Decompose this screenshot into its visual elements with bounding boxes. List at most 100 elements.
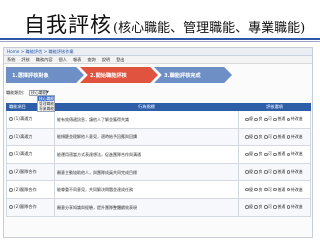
rating-radio[interactable] xyxy=(254,117,259,122)
rating-option[interactable]: 優 xyxy=(244,151,253,157)
rating-cell: 優良可普通 待改進 xyxy=(238,197,311,217)
behavior-indicator: 願意主動協助他人，與團隊成員共同完成目標 xyxy=(57,169,137,175)
app-menubar: 系統 評核 職務內容 個人 報表 查詢 說明 登出 xyxy=(4,56,312,64)
row-select-radio[interactable] xyxy=(9,134,13,139)
behavior-cell: 能有效傳遞訊息，讓他人了解並獲得共識 xyxy=(54,110,239,129)
rating-radio[interactable] xyxy=(273,205,277,210)
rating-option-label: 普通 xyxy=(277,133,286,139)
rating-option[interactable]: 普通 xyxy=(273,116,285,122)
menu-item-job[interactable]: 職務內容 xyxy=(36,57,53,63)
rating-radio[interactable] xyxy=(254,187,259,192)
rating-radio[interactable] xyxy=(244,117,249,122)
step-evaluation-complete[interactable]: 3.職能評核完成 xyxy=(154,67,232,83)
rating-radio[interactable] xyxy=(244,170,249,174)
rating-option[interactable]: 普通 xyxy=(273,187,285,193)
rating-radio[interactable] xyxy=(254,152,259,157)
rating-option[interactable]: 可 xyxy=(263,116,272,122)
rating-option-label: 可 xyxy=(268,169,272,175)
rating-option[interactable]: 可 xyxy=(263,169,272,175)
rating-radio[interactable] xyxy=(286,135,291,139)
rating-option[interactable]: 優 xyxy=(244,116,253,122)
rating-radio[interactable] xyxy=(254,135,259,139)
rating-option[interactable]: 可 xyxy=(263,187,272,193)
menu-item-personal[interactable]: 個人 xyxy=(59,57,67,63)
step-start-evaluation[interactable]: 2.開始職能評核 xyxy=(80,67,158,83)
menu-item-evaluation[interactable]: 評核 xyxy=(21,57,29,63)
ability-item[interactable]: (2)團隊合作 xyxy=(7,187,54,193)
rating-radio[interactable] xyxy=(273,170,277,174)
rating-option[interactable]: 良 xyxy=(254,116,262,122)
menu-item-logout[interactable]: 登出 xyxy=(116,57,124,63)
category-option-professional[interactable]: 專業職能 xyxy=(38,106,54,111)
row-select-radio[interactable] xyxy=(9,170,13,175)
ability-item[interactable]: (1)溝通力 xyxy=(7,151,54,157)
rating-radio[interactable] xyxy=(286,187,291,192)
rating-option[interactable]: 優 xyxy=(244,187,253,193)
rating-radio[interactable] xyxy=(273,152,277,157)
menu-item-report[interactable]: 報表 xyxy=(73,57,81,63)
rating-radio[interactable] xyxy=(244,187,249,192)
row-select-radio[interactable] xyxy=(9,205,13,210)
row-select-radio[interactable] xyxy=(9,117,13,122)
category-dropdown-list: 核心職能 管理職能 專業職能 xyxy=(37,95,55,112)
rating-radio[interactable] xyxy=(263,117,268,122)
rating-option[interactable]: 良 xyxy=(254,187,262,193)
rating-option[interactable]: 可 xyxy=(263,151,272,157)
rating-radio[interactable] xyxy=(254,170,259,174)
rating-option-label: 良 xyxy=(258,133,263,139)
rating-option[interactable]: 普通 xyxy=(273,169,285,175)
rating-radio[interactable] xyxy=(263,205,268,210)
menu-item-query[interactable]: 查詢 xyxy=(87,57,95,63)
rating-radio[interactable] xyxy=(286,117,291,122)
rating-radio[interactable] xyxy=(263,135,268,139)
rating-option[interactable]: 良 xyxy=(254,169,262,175)
header-behavior: 行為指標 xyxy=(54,103,239,111)
rating-option[interactable]: 優 xyxy=(244,134,253,140)
rating-option[interactable]: 待改進 xyxy=(286,151,303,157)
rating-option[interactable]: 普通 xyxy=(273,134,285,140)
rating-option[interactable]: 良 xyxy=(254,204,262,210)
rating-option[interactable]: 待改進 xyxy=(286,186,303,193)
rating-option[interactable]: 可 xyxy=(263,134,272,140)
rating-radio[interactable] xyxy=(263,170,268,174)
rating-radio[interactable] xyxy=(254,205,259,210)
row-select-radio[interactable] xyxy=(9,152,13,157)
rating-radio[interactable] xyxy=(244,135,249,139)
behavior-indicator: 能尊重不同意見，共同解決問題並達成任務 xyxy=(57,187,133,193)
menu-item-help[interactable]: 說明 xyxy=(102,57,110,63)
rating-radio[interactable] xyxy=(273,187,277,192)
step-select-target[interactable]: 1.選擇評核對象 xyxy=(6,67,84,83)
rating-option[interactable]: 良 xyxy=(254,134,262,140)
app-screenshot: Home > 職能評估 > 職能評核作業 系統 評核 職務內容 個人 報表 查詢… xyxy=(3,47,313,238)
ability-item[interactable]: (2)團隊合作 xyxy=(7,169,54,175)
rating-radio[interactable] xyxy=(273,135,277,139)
rating-radio[interactable] xyxy=(286,170,291,174)
rating-option[interactable]: 良 xyxy=(254,151,262,157)
rating-option[interactable]: 可 xyxy=(263,204,272,210)
rating-option[interactable]: 優 xyxy=(244,204,253,210)
rating-option[interactable]: 待改進 xyxy=(286,116,303,122)
rating-option[interactable]: 待改進 xyxy=(286,134,303,140)
rating-radio[interactable] xyxy=(263,152,268,157)
ability-label: (1)溝通力 xyxy=(14,116,33,122)
rating-radio[interactable] xyxy=(286,205,291,210)
ability-item[interactable]: (1)溝通力 xyxy=(7,134,54,140)
ability-item[interactable]: (2)團隊合作 xyxy=(7,204,54,210)
rating-option-label: 待改進 xyxy=(290,186,303,192)
rating-option[interactable]: 普通 xyxy=(273,204,285,210)
row-select-radio[interactable] xyxy=(9,187,13,192)
rating-radio[interactable] xyxy=(244,205,249,210)
menu-item-system[interactable]: 系統 xyxy=(7,57,15,63)
rating-option[interactable]: 優 xyxy=(244,169,253,175)
rating-radio[interactable] xyxy=(286,152,291,157)
rating-option-label: 待改進 xyxy=(290,169,303,175)
rating-radio[interactable] xyxy=(273,117,277,122)
rating-option[interactable]: 待改進 xyxy=(286,169,303,175)
rating-radio[interactable] xyxy=(244,152,249,157)
rating-option[interactable]: 普通 xyxy=(273,151,285,157)
rating-option[interactable]: 待改進 xyxy=(286,204,303,210)
rating-options: 優良可普通 待改進 xyxy=(239,169,310,175)
ability-item[interactable]: (1)溝通力 xyxy=(7,116,54,122)
breadcrumb[interactable]: Home > 職能評估 > 職能評核作業 xyxy=(7,49,74,55)
rating-radio[interactable] xyxy=(263,187,268,192)
